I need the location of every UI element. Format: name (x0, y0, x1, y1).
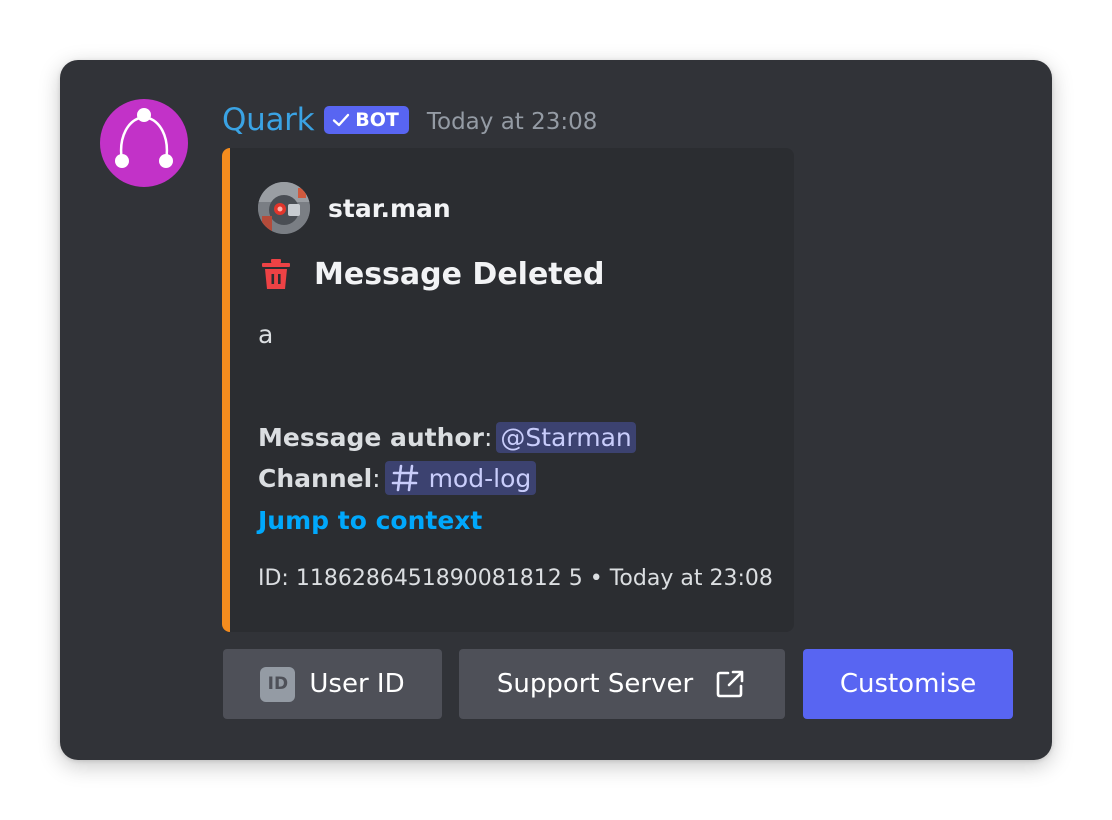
log-embed: star.man Message Deleted a Message autho… (222, 148, 794, 632)
customise-button[interactable]: Customise (803, 649, 1013, 719)
message-header: Quark BOT Today at 23:08 (222, 100, 597, 140)
message-timestamp: Today at 23:08 (426, 109, 598, 135)
field-separator: : (483, 423, 493, 452)
bot-username[interactable]: Quark (222, 102, 315, 138)
user-mention[interactable]: @Starman (496, 422, 636, 453)
jump-to-context-link[interactable]: Jump to context (258, 506, 482, 535)
field-label-author: Message author (258, 423, 484, 452)
author-avatar[interactable] (258, 182, 310, 234)
field-channel: Channel: mod-log (258, 461, 537, 495)
embed-title: Message Deleted (314, 256, 605, 292)
quark-logo-icon (115, 108, 173, 168)
deleted-message-content: a (258, 320, 274, 349)
customise-button-label: Customise (839, 669, 977, 699)
bot-avatar[interactable] (100, 99, 188, 187)
hashtag-icon (391, 464, 418, 492)
embed-accent-bar (222, 148, 230, 632)
verified-bot-tag: BOT (324, 106, 409, 134)
bot-tag-label: BOT (355, 109, 399, 131)
embed-author-name: star.man (328, 193, 451, 223)
channel-mention[interactable]: mod-log (384, 461, 537, 495)
support-server-button[interactable]: Support Server (459, 649, 785, 719)
embed-author: star.man (258, 182, 451, 234)
field-message-author: Message author: @Starman (258, 422, 636, 453)
field-separator: : (372, 463, 381, 493)
user-id-button[interactable]: ID User ID (223, 649, 442, 719)
trash-icon (262, 259, 290, 289)
channel-name: mod-log (428, 463, 532, 493)
embed-title-row: Message Deleted (258, 256, 604, 292)
author-avatar-image (258, 182, 310, 234)
field-label-channel: Channel (258, 463, 373, 493)
message-card: Quark BOT Today at 23:08 star.man Messag… (60, 60, 1052, 760)
checkmark-icon (333, 113, 350, 127)
user-id-button-label: User ID (309, 669, 405, 699)
id-badge-icon: ID (260, 666, 296, 702)
embed-footer: ID: 1186286451890081812 5 • Today at 23:… (258, 566, 773, 591)
external-link-icon (716, 670, 744, 698)
support-server-button-label: Support Server (496, 669, 694, 699)
